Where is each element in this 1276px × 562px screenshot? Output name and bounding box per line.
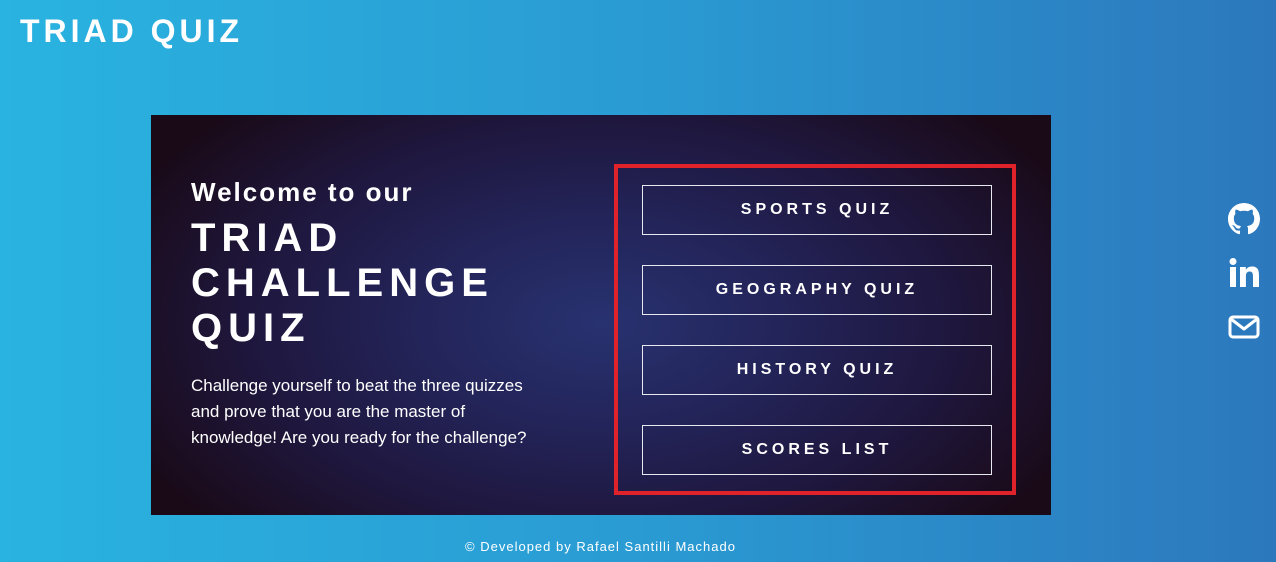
welcome-heading: Welcome to our <box>191 177 414 207</box>
welcome-card: Welcome to our TRIAD CHALLENGE QUIZ Chal… <box>151 115 1051 515</box>
social-links <box>1228 203 1260 365</box>
github-link[interactable] <box>1228 203 1260 235</box>
linkedin-link[interactable] <box>1228 257 1260 289</box>
scores-list-button[interactable]: SCORES LIST <box>642 425 992 475</box>
email-link[interactable] <box>1228 311 1260 343</box>
challenge-title: TRIAD CHALLENGE QUIZ <box>191 216 494 350</box>
linkedin-icon <box>1229 258 1259 287</box>
challenge-description: Challenge yourself to beat the three qui… <box>191 376 527 447</box>
github-icon <box>1228 203 1260 235</box>
geography-quiz-button[interactable]: GEOGRAPHY QUIZ <box>642 265 992 315</box>
footer-credit: © Developed by Rafael Santilli Machado <box>465 539 736 554</box>
site-title: TRIAD QUIZ <box>20 13 244 49</box>
history-quiz-button[interactable]: HISTORY QUIZ <box>642 345 992 395</box>
sports-quiz-button[interactable]: SPORTS QUIZ <box>642 185 992 235</box>
quiz-menu: SPORTS QUIZ GEOGRAPHY QUIZ HISTORY QUIZ … <box>614 164 1016 495</box>
email-icon <box>1228 315 1260 339</box>
intro-section: Welcome to our TRIAD CHALLENGE QUIZ Chal… <box>191 175 561 451</box>
